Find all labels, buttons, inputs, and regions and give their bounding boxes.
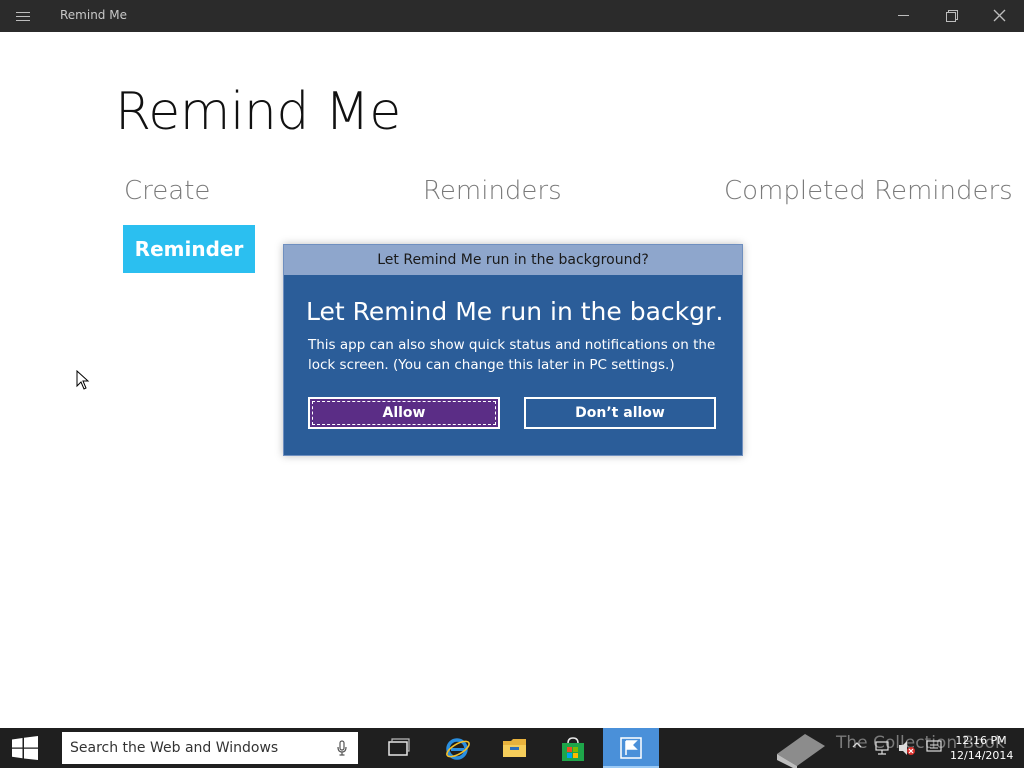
file-explorer-button[interactable] (486, 728, 542, 768)
dialog-title: Let Remind Me run in the background? (284, 245, 742, 275)
close-button[interactable] (976, 0, 1024, 32)
book-watermark-icon (777, 734, 825, 768)
taskbar: Search the Web and Windows The Collectio… (0, 728, 1024, 768)
create-reminder-button[interactable]: Reminder (123, 225, 255, 273)
internet-explorer-button[interactable] (429, 728, 485, 768)
dialog-message: This app can also show quick status and … (308, 337, 716, 373)
window-titlebar: Remind Me (0, 0, 1024, 32)
volume-muted-icon[interactable] (898, 740, 916, 756)
remind-me-taskbar-button[interactable] (603, 728, 659, 768)
show-hidden-icons-icon[interactable] (852, 740, 862, 750)
task-view-icon (388, 738, 410, 756)
task-view-button[interactable] (371, 728, 427, 768)
minimize-button[interactable] (880, 0, 928, 32)
microphone-icon[interactable] (336, 740, 348, 756)
allow-button[interactable]: Allow (308, 397, 500, 429)
action-center-icon[interactable] (926, 740, 942, 754)
section-create[interactable]: Create (124, 176, 210, 206)
remind-me-app-icon (620, 737, 642, 759)
background-permission-dialog: Let Remind Me run in the background? Let… (283, 244, 743, 456)
network-icon[interactable] (874, 740, 890, 756)
windows-logo-icon (12, 736, 38, 760)
store-button[interactable] (544, 728, 600, 768)
system-clock[interactable]: 12:16 PM 12/14/2014 (950, 733, 1014, 763)
clock-date: 12/14/2014 (950, 749, 1014, 762)
mouse-cursor-icon (76, 370, 90, 390)
dialog-heading: Let Remind Me run in the backgr… (306, 297, 726, 326)
minimize-icon (898, 15, 909, 16)
start-button[interactable] (0, 728, 50, 768)
dont-allow-button[interactable]: Don’t allow (524, 397, 716, 429)
search-input[interactable]: Search the Web and Windows (62, 732, 358, 764)
store-icon (562, 737, 584, 761)
close-icon (993, 9, 1006, 22)
restore-button[interactable] (928, 0, 976, 32)
app-heading: Remind Me (115, 82, 401, 142)
window-title: Remind Me (60, 8, 127, 22)
file-explorer-icon (503, 739, 526, 757)
search-placeholder: Search the Web and Windows (70, 740, 279, 756)
hamburger-menu-icon[interactable] (16, 9, 30, 23)
section-completed-reminders[interactable]: Completed Reminders (724, 176, 1013, 206)
internet-explorer-icon (446, 738, 470, 760)
clock-time: 12:16 PM (955, 734, 1007, 747)
section-reminders[interactable]: Reminders (423, 176, 562, 206)
